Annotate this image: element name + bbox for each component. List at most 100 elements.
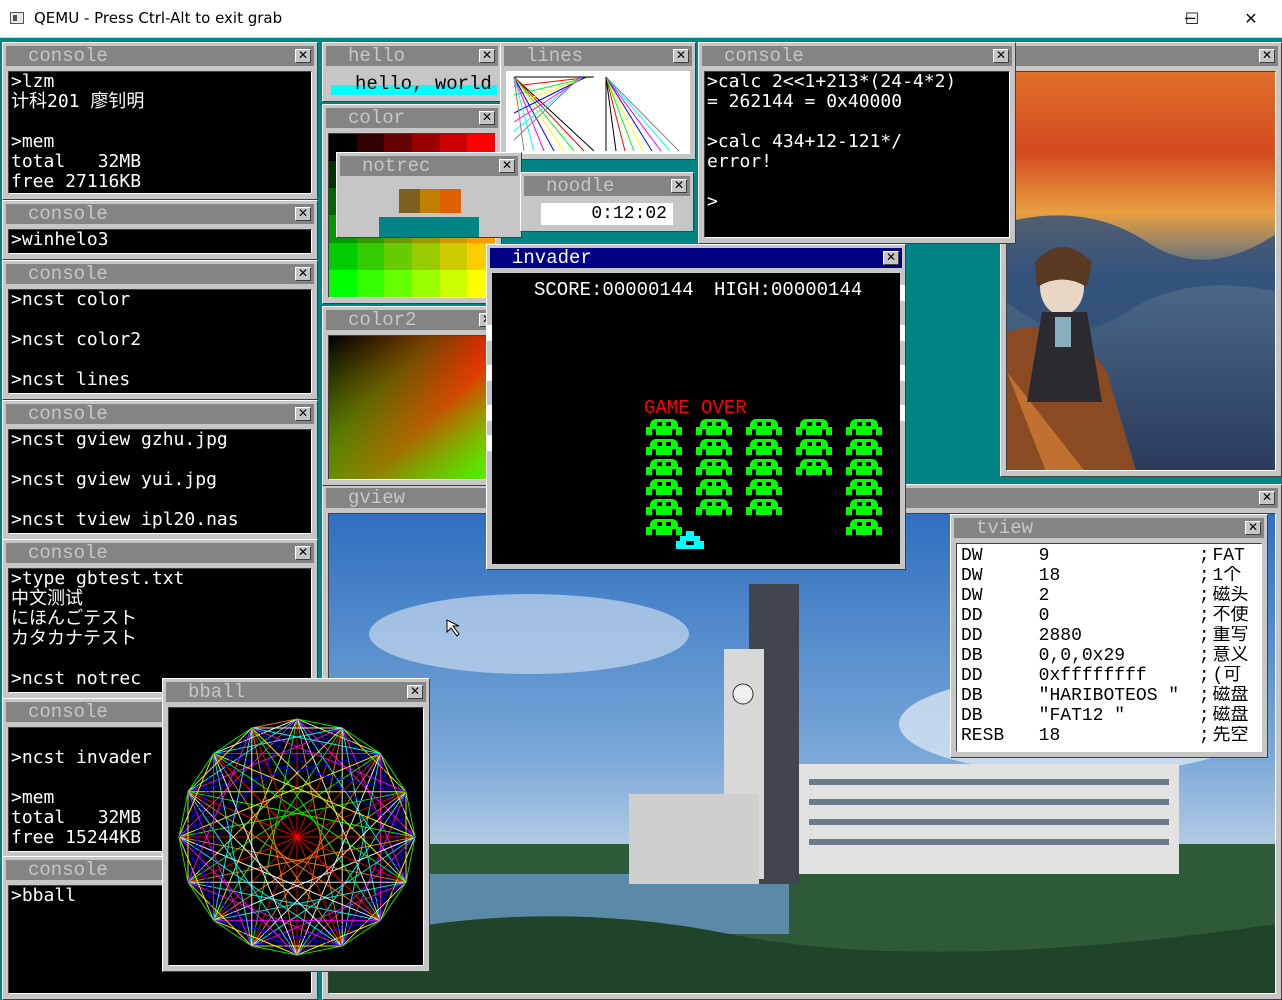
alien-invader-icon bbox=[646, 519, 682, 535]
color-cell bbox=[329, 242, 357, 270]
console-window-4[interactable]: console ✕ >ncst gview gzhu.jpg >ncst gvie… bbox=[2, 400, 318, 540]
console-output[interactable]: >ncst gview gzhu.jpg >ncst gview yui.jpg >… bbox=[8, 429, 312, 534]
tview-comment: FAT bbox=[1212, 546, 1245, 566]
title-bar[interactable]: console ✕ bbox=[6, 264, 314, 284]
console-line: にほんごテスト bbox=[11, 608, 137, 629]
invader-window[interactable]: invader ✕ SCORE:00000144 HIGH:00000144 G… bbox=[486, 244, 906, 570]
tview-op: DD bbox=[961, 666, 983, 686]
guest-screen[interactable]: ✕ gview ✕ tview ✕ DW 9 ; FAT DW 18 ; 1个 … bbox=[0, 38, 1282, 1000]
close-icon[interactable]: ✕ bbox=[1259, 491, 1275, 505]
tview-comment: 意义 bbox=[1212, 646, 1249, 666]
close-icon[interactable]: ✕ bbox=[1245, 521, 1261, 535]
title-bar[interactable]: bball ✕ bbox=[166, 682, 426, 702]
console-line: total 32MB bbox=[11, 151, 142, 172]
window-title: tview bbox=[976, 517, 1034, 539]
close-icon[interactable]: ✕ bbox=[295, 407, 311, 421]
title-bar[interactable]: console ✕ bbox=[6, 204, 314, 224]
title-bar[interactable]: console ✕ bbox=[6, 404, 314, 424]
title-bar[interactable]: console ✕ bbox=[6, 46, 314, 66]
close-button[interactable]: ✕ bbox=[1228, 0, 1274, 38]
console-output[interactable]: >ncst color >ncst color2 >ncst lines bbox=[8, 289, 312, 394]
title-bar[interactable]: console ✕ bbox=[6, 543, 314, 563]
color-cell bbox=[384, 242, 412, 270]
maximize-button[interactable]: ☐ bbox=[1169, 0, 1215, 38]
tview-window[interactable]: tview ✕ DW 9; FAT DW 18; 1个 DW 2; 磁头 DD 0; 不使 DD 2880… bbox=[950, 514, 1268, 758]
notrec-window[interactable]: notrec ✕ bbox=[336, 152, 522, 238]
tview-arg: "FAT12 " bbox=[1038, 706, 1126, 726]
tview-row: DW 18; 1个 bbox=[961, 566, 1261, 586]
invader-playfield[interactable]: SCORE:00000144 HIGH:00000144 GAME OVER bbox=[492, 273, 900, 564]
tview-comment: 磁头 bbox=[1212, 586, 1249, 606]
close-icon[interactable]: ✕ bbox=[671, 179, 687, 193]
close-icon[interactable]: ✕ bbox=[295, 546, 311, 560]
alien-invader-icon bbox=[646, 479, 682, 495]
console-window-2[interactable]: console ✕ >winhelo3 bbox=[2, 200, 318, 260]
title-bar[interactable]: lines ✕ bbox=[504, 46, 692, 66]
mouse-cursor-icon bbox=[445, 618, 465, 638]
notrec-hole bbox=[379, 217, 479, 237]
scream-image bbox=[1006, 71, 1276, 471]
color-cell bbox=[356, 269, 385, 297]
close-icon[interactable]: ✕ bbox=[673, 49, 689, 63]
alien-invader-icon bbox=[696, 459, 732, 475]
game-over-text: GAME OVER bbox=[644, 397, 747, 419]
console-output[interactable]: >winhelo3 bbox=[8, 229, 312, 254]
noodle-window[interactable]: noodle ✕ 0:12:02 bbox=[520, 172, 694, 232]
close-icon[interactable]: ✕ bbox=[499, 159, 515, 173]
title-bar[interactable]: tview ✕ bbox=[954, 518, 1264, 538]
tview-op: DD bbox=[961, 626, 983, 646]
title-bar[interactable]: notrec ✕ bbox=[340, 156, 518, 176]
console-line: >type gbtest.txt bbox=[11, 568, 185, 589]
title-bar[interactable]: ✕ bbox=[1004, 46, 1278, 66]
tview-comment: 1个 bbox=[1212, 566, 1242, 586]
alien-invader-icon bbox=[646, 459, 682, 475]
lines-window[interactable]: lines ✕ bbox=[500, 42, 696, 160]
title-bar[interactable]: hello ✕ bbox=[326, 46, 498, 66]
title-bar[interactable]: noodle ✕ bbox=[524, 176, 690, 196]
tview-row: DB "FAT12 "; 磁盘 bbox=[961, 706, 1261, 726]
close-icon[interactable]: ✕ bbox=[479, 111, 495, 125]
tview-arg: 18 bbox=[1038, 566, 1061, 586]
console-output[interactable]: >type gbtest.txt 中文测试 にほんごテスト カタカナテスト >ncst … bbox=[8, 568, 312, 693]
title-bar[interactable]: invader ✕ bbox=[490, 248, 902, 268]
close-icon[interactable]: ✕ bbox=[479, 49, 495, 63]
window-title: lines bbox=[526, 45, 584, 67]
console-output[interactable]: >calc 2<<1+213*(24-4*2) = 262144 = 0x4000… bbox=[704, 71, 1010, 238]
tview-arg: 0,0,0x29 bbox=[1038, 646, 1126, 666]
bball-window[interactable]: bball ✕ bbox=[162, 678, 430, 972]
title-bar[interactable]: console ✕ bbox=[702, 46, 1012, 66]
close-icon[interactable]: ✕ bbox=[295, 49, 311, 63]
tview-op: DW bbox=[961, 546, 983, 566]
console-line: free 27116KB bbox=[11, 171, 142, 192]
console-window-5[interactable]: console ✕ >type gbtest.txt 中文测试 にほんごテスト カタカ… bbox=[2, 539, 318, 699]
close-icon[interactable]: ✕ bbox=[883, 251, 899, 265]
hello-window[interactable]: hello ✕ hello, world bbox=[322, 42, 502, 102]
alien-invader-icon bbox=[846, 499, 882, 515]
hello-text: hello, world bbox=[355, 73, 492, 95]
close-icon[interactable]: ✕ bbox=[295, 207, 311, 221]
tview-op: DD bbox=[961, 606, 983, 626]
alien-invader-icon bbox=[846, 439, 882, 455]
console-calc-window[interactable]: console ✕ >calc 2<<1+213*(24-4*2) = 26214… bbox=[698, 42, 1016, 244]
close-icon[interactable]: ✕ bbox=[993, 49, 1009, 63]
color-cell bbox=[439, 269, 468, 297]
color2-window[interactable]: color2 ✕ bbox=[322, 306, 502, 486]
tview-row: DW 2; 磁头 bbox=[961, 586, 1261, 606]
window-title: invader bbox=[512, 247, 592, 269]
window-title: console bbox=[724, 45, 804, 67]
bball-drawing bbox=[178, 718, 416, 956]
close-icon[interactable]: ✕ bbox=[295, 267, 311, 281]
console-window-1[interactable]: console ✕ >lzm 计科201 廖钊明 >mem total 32MB fre… bbox=[2, 42, 318, 200]
console-output[interactable]: >lzm 计科201 廖钊明 >mem total 32MB free 27116KB bbox=[8, 71, 312, 194]
close-icon[interactable]: ✕ bbox=[407, 685, 423, 699]
title-bar[interactable]: color ✕ bbox=[326, 108, 498, 128]
title-bar[interactable]: color2 ✕ bbox=[326, 310, 498, 330]
close-icon[interactable]: ✕ bbox=[1259, 49, 1275, 63]
console-window-3[interactable]: console ✕ >ncst color >ncst color2 >ncst l… bbox=[2, 260, 318, 400]
scream-image-window[interactable]: ✕ bbox=[1000, 42, 1282, 477]
alien-invader-icon bbox=[846, 459, 882, 475]
